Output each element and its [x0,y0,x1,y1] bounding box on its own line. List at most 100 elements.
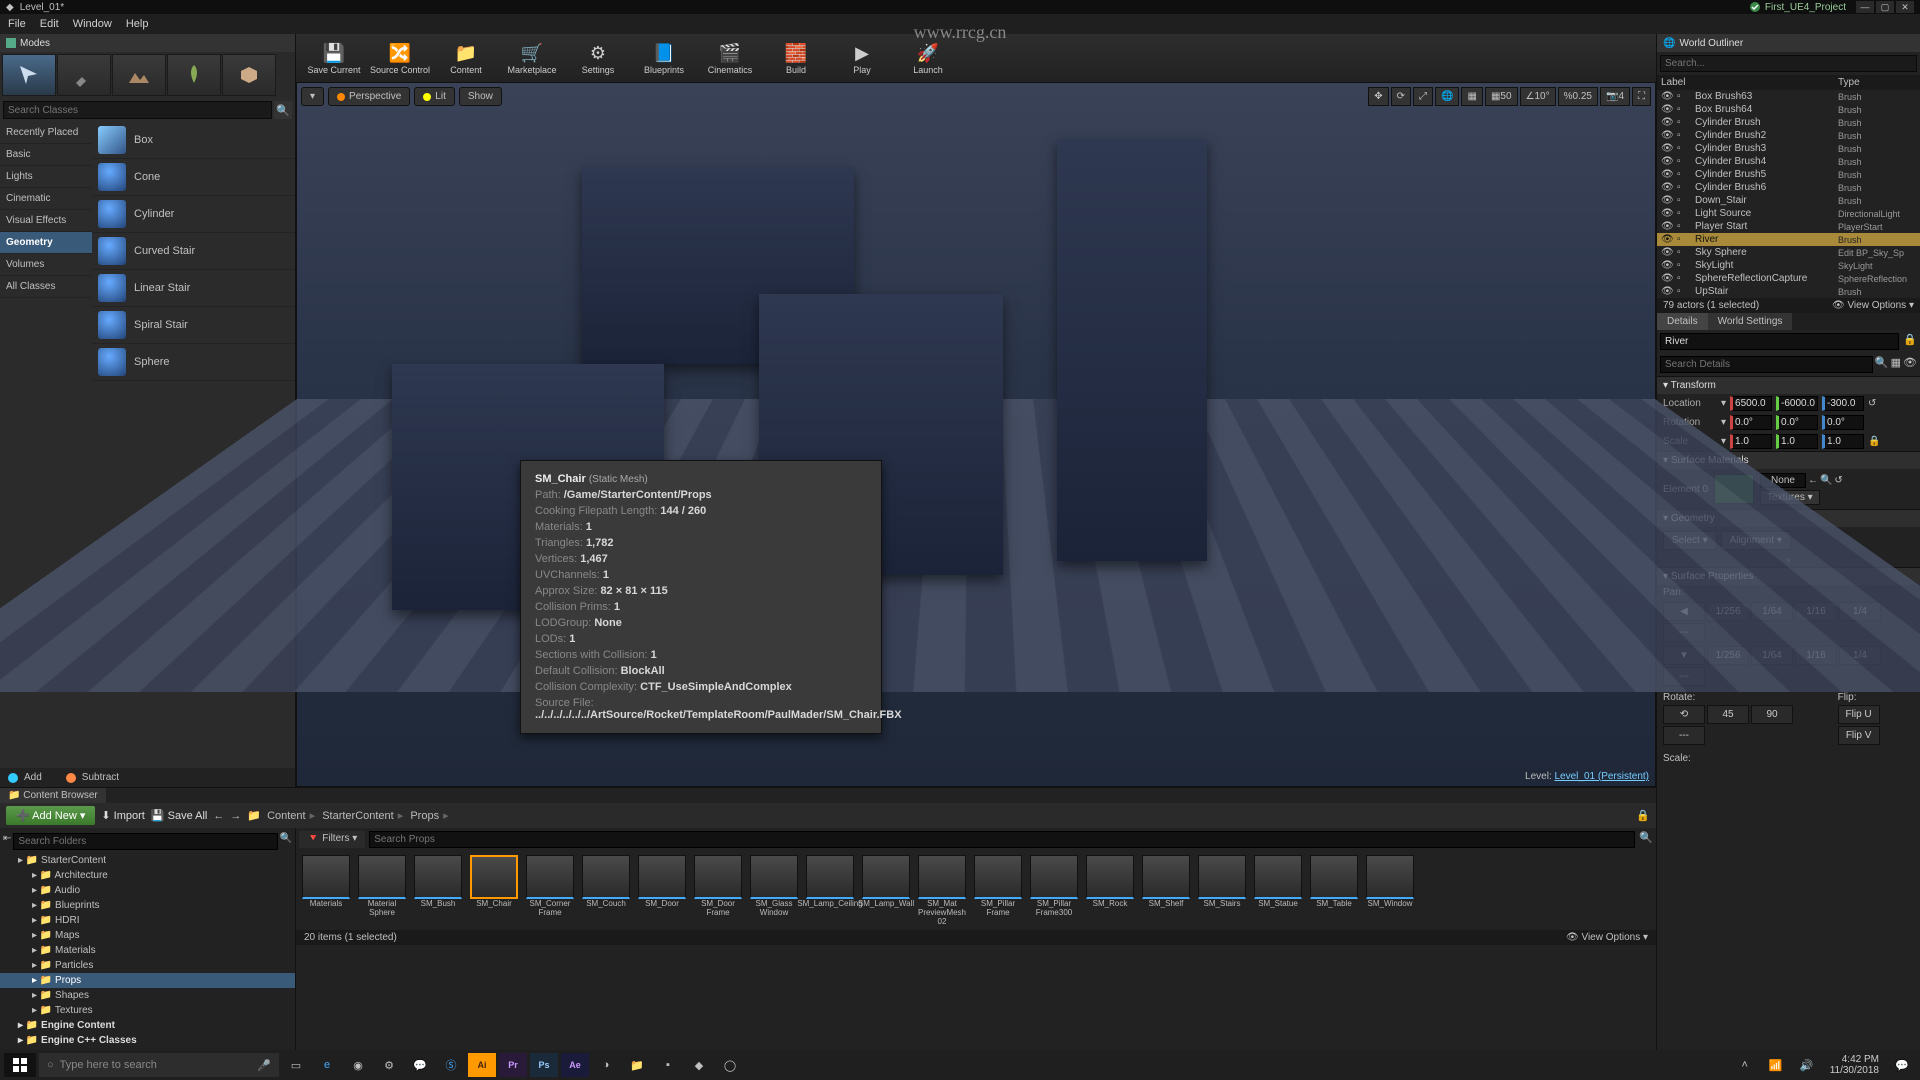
collapse-icon[interactable]: ⇤ [3,833,11,850]
epic-icon[interactable]: ◆ [685,1053,713,1077]
surface-snap-icon[interactable]: ▦ [1461,87,1482,106]
tree-item[interactable]: ▸ 📁 Engine C++ Classes [0,1033,295,1048]
reset-icon[interactable]: ↺ [1834,475,1842,486]
tree-item[interactable]: ▸ 📁 Materials [0,943,295,958]
flip-v[interactable]: Flip V [1838,726,1880,745]
marketplace-button[interactable]: 🛒Marketplace [500,36,564,80]
asset-item[interactable]: SM_Couch [580,855,632,926]
asset-item[interactable]: SM_Bush [412,855,464,926]
play-button[interactable]: ▶Play [830,36,894,80]
grid-snap[interactable]: ▦ 50 [1485,87,1518,106]
shape-cone[interactable]: Cone [92,159,295,196]
menu-file[interactable]: File [8,18,26,30]
visibility-icon[interactable]: 👁 [1661,273,1673,284]
asset-item[interactable]: SM_Mat PreviewMesh 02 [916,855,968,926]
forward-icon[interactable]: → [230,810,241,822]
transform-scale-icon[interactable]: ⤢ [1413,87,1433,106]
outliner-row[interactable]: 👁▫UpStairBrush [1657,285,1920,298]
edge-icon[interactable]: e [313,1053,341,1077]
rot-45[interactable]: 45 [1707,705,1749,724]
category-recently-placed[interactable]: Recently Placed [0,122,92,144]
brush-subtract[interactable]: Subtract [82,772,119,783]
category-basic[interactable]: Basic [0,144,92,166]
volume-icon[interactable]: 🔊 [1793,1053,1821,1077]
coord-space-icon[interactable]: 🌐 [1435,87,1459,106]
brush-add[interactable]: Add [24,772,42,783]
skype-icon[interactable]: Ⓢ [437,1053,465,1077]
asset-item[interactable]: SM_Rock [1084,855,1136,926]
angle-snap[interactable]: ∠ 10° [1520,87,1556,106]
shape-linear-stair[interactable]: Linear Stair [92,270,295,307]
reset-icon[interactable]: ↺ [1868,398,1876,409]
app-icon[interactable]: ▪ [654,1053,682,1077]
visibility-icon[interactable]: 👁 [1661,143,1673,154]
level-link[interactable]: Level_01 (Persistent) [1555,771,1650,782]
add-new-button[interactable]: ➕ Add New ▾ [6,806,95,825]
tree-item[interactable]: ▸ 📁 Blueprints [0,898,295,913]
tree-item[interactable]: ▸ 📁 Particles [0,958,295,973]
source-control-button[interactable]: 🔀Source Control [368,36,432,80]
mode-foliage-icon[interactable] [167,54,221,96]
settings-icon[interactable]: ⚙ [375,1053,403,1077]
build-button[interactable]: 🧱Build [764,36,828,80]
loc-y[interactable] [1776,396,1818,411]
lock-icon[interactable]: 🔒 [1903,333,1917,350]
explorer-icon[interactable]: 📁 [623,1053,651,1077]
details-search[interactable] [1660,356,1873,373]
visibility-icon[interactable]: 👁 [1661,247,1673,258]
lock-scale-icon[interactable]: 🔒 [1868,436,1880,447]
asset-item[interactable]: SM_Door Frame [692,855,744,926]
outliner-row[interactable]: 👁▫Box Brush63Brush [1657,90,1920,103]
maximize-viewport-icon[interactable]: ⛶ [1632,87,1651,106]
camera-speed[interactable]: 📷 4 [1600,87,1630,106]
visibility-icon[interactable]: 👁 [1661,260,1673,271]
folder-search[interactable] [13,833,277,850]
outliner-row[interactable]: 👁▫Cylinder Brush4Brush [1657,155,1920,168]
tab-details[interactable]: Details [1657,313,1708,330]
outliner-col-label[interactable]: Label [1661,77,1838,88]
asset-item[interactable]: SM_Lamp_Wall [860,855,912,926]
loc-z[interactable] [1822,396,1864,411]
visibility-icon[interactable]: 👁 [1661,117,1673,128]
rotate-ccw-icon[interactable]: ⟲ [1663,705,1705,724]
blueprints-button[interactable]: 📘Blueprints [632,36,696,80]
tree-item[interactable]: ▸ 📁 Textures [0,1003,295,1018]
asset-item[interactable]: Material Sphere [356,855,408,926]
settings-button[interactable]: ⚙Settings [566,36,630,80]
save-all-button[interactable]: 💾 Save All [151,809,208,822]
asset-item[interactable]: Materials [300,855,352,926]
search-icon[interactable]: 🔍 [280,833,292,850]
shape-curved-stair[interactable]: Curved Stair [92,233,295,270]
shape-sphere[interactable]: Sphere [92,344,295,381]
shape-spiral-stair[interactable]: Spiral Stair [92,307,295,344]
obs-icon[interactable]: ◑ [592,1053,620,1077]
tree-item[interactable]: ▸ 📁 Props [0,973,295,988]
minimize-button[interactable]: — [1856,1,1874,13]
show-dropdown[interactable]: Show [459,87,502,106]
chrome-icon[interactable]: ◉ [344,1053,372,1077]
ae-icon[interactable]: Ae [561,1053,589,1077]
category-all-classes[interactable]: All Classes [0,276,92,298]
visibility-icon[interactable]: 👁 [1661,130,1673,141]
tree-item[interactable]: ▸ 📁 Maps [0,928,295,943]
start-button[interactable] [4,1053,36,1077]
back-icon[interactable]: ← [213,810,224,822]
category-visual-effects[interactable]: Visual Effects [0,210,92,232]
visibility-icon[interactable]: 👁 [1661,104,1673,115]
asset-item[interactable]: SM_Pillar Frame300 [1028,855,1080,926]
asset-search[interactable] [369,831,1635,848]
modes-tab[interactable]: Modes [0,34,295,52]
visibility-icon[interactable]: 👁 [1661,156,1673,167]
ue4-icon[interactable]: ◯ [716,1053,744,1077]
asset-item[interactable]: SM_Window [1364,855,1416,926]
clock[interactable]: 4:42 PM11/30/2018 [1824,1054,1885,1076]
mode-place-icon[interactable] [2,54,56,96]
breadcrumb[interactable]: Content▸ StarterContent▸ Props▸ [267,809,453,822]
asset-item[interactable]: SM_Door [636,855,688,926]
mode-geometry-icon[interactable] [222,54,276,96]
outliner-row[interactable]: 👁▫Cylinder Brush5Brush [1657,168,1920,181]
mic-icon[interactable]: 🎤 [257,1059,271,1072]
outliner-row[interactable]: 👁▫SphereReflectionCaptureSphereReflectio… [1657,272,1920,285]
ai-icon[interactable]: Ai [468,1053,496,1077]
outliner-view-options[interactable]: 👁 View Options ▾ [1832,300,1914,311]
